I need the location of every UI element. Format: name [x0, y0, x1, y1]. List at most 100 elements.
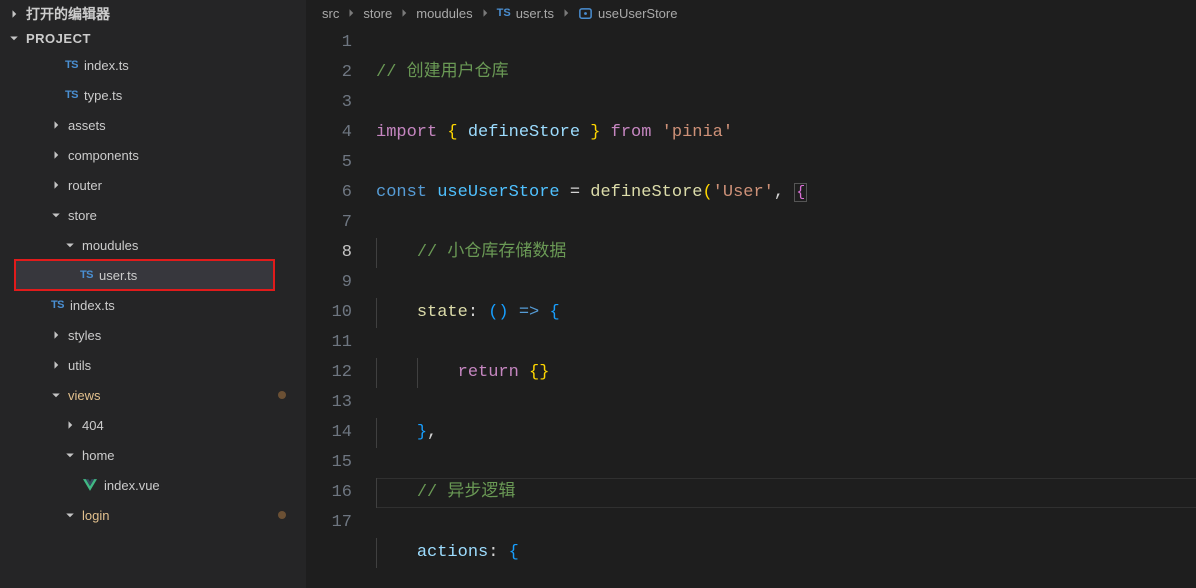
modified-dot-icon — [278, 391, 286, 399]
ts-icon: TS — [497, 7, 511, 19]
tree-file-user-ts[interactable]: TS user.ts — [15, 260, 274, 290]
line-number: 3 — [306, 88, 352, 118]
token-variable: useUserStore — [437, 183, 559, 202]
chevron-down-icon — [48, 387, 64, 403]
tree-folder-views[interactable]: views — [0, 380, 306, 410]
chevron-right-icon — [48, 177, 64, 193]
token-prop: actions — [417, 543, 488, 562]
token-paren: () — [488, 303, 508, 322]
line-number: 5 — [306, 148, 352, 178]
line-number: 10 — [306, 298, 352, 328]
crumb-moudules[interactable]: moudules — [416, 6, 472, 21]
token-paren: ( — [702, 183, 712, 202]
variable-icon — [578, 6, 593, 21]
token-keyword: import — [376, 123, 437, 142]
tree-item-label: assets — [68, 118, 106, 133]
tree-file-index-ts-1[interactable]: TS index.ts — [0, 50, 306, 80]
crumb-src[interactable]: src — [322, 6, 339, 21]
token-comment: // 创建用户仓库 — [376, 63, 509, 82]
token-op: = — [570, 183, 580, 202]
tree-folder-assets[interactable]: assets — [0, 110, 306, 140]
chevron-right-icon — [479, 7, 491, 19]
token-punct: , — [427, 423, 437, 442]
editor-area: src store moudules TS user.ts useUserSto… — [306, 0, 1196, 588]
token-arrow: => — [519, 303, 539, 322]
chevron-right-icon — [6, 6, 22, 22]
crumb-store[interactable]: store — [363, 6, 392, 21]
tree-folder-login[interactable]: login — [0, 500, 306, 530]
tree-folder-styles[interactable]: styles — [0, 320, 306, 350]
token-identifier: defineStore — [468, 123, 580, 142]
line-number: 12 — [306, 358, 352, 388]
token-brace: { — [549, 303, 559, 322]
token-keyword: return — [458, 363, 519, 382]
ts-icon: TS — [58, 89, 78, 101]
tree-item-label: home — [82, 448, 115, 463]
chevron-right-icon — [48, 357, 64, 373]
token-brace: { — [794, 183, 807, 202]
line-number: 6 — [306, 178, 352, 208]
tree-folder-components[interactable]: components — [0, 140, 306, 170]
tree-item-label: styles — [68, 328, 101, 343]
line-number: 1 — [306, 28, 352, 58]
tree-folder-utils[interactable]: utils — [0, 350, 306, 380]
tree-item-label: index.ts — [84, 58, 129, 73]
tree-folder-store[interactable]: store — [0, 200, 306, 230]
token-prop: state — [417, 303, 468, 322]
ts-icon: TS — [58, 59, 78, 71]
tree-item-label: user.ts — [99, 268, 137, 283]
tree-folder-moudules[interactable]: moudules — [0, 230, 306, 260]
token-brace: } — [590, 123, 600, 142]
chevron-right-icon — [62, 417, 78, 433]
tree-file-index-ts-2[interactable]: TS index.ts — [0, 290, 306, 320]
line-number: 14 — [306, 418, 352, 448]
crumb-user-ts[interactable]: user.ts — [516, 6, 554, 21]
project-label: PROJECT — [26, 31, 91, 46]
tree-folder-router[interactable]: router — [0, 170, 306, 200]
tree-item-label: views — [68, 388, 101, 403]
token-function: defineStore — [590, 183, 702, 202]
tree-item-label: utils — [68, 358, 91, 373]
tree-file-index-vue[interactable]: index.vue — [0, 470, 306, 500]
tree-item-label: login — [82, 508, 109, 523]
tree-item-label: moudules — [82, 238, 138, 253]
chevron-down-icon — [62, 507, 78, 523]
open-editors-label: 打开的编辑器 — [26, 4, 110, 24]
chevron-right-icon — [48, 117, 64, 133]
tree-file-type-ts[interactable]: TS type.ts — [0, 80, 306, 110]
token-brace: { — [509, 543, 519, 562]
line-number: 7 — [306, 208, 352, 238]
line-number: 15 — [306, 448, 352, 478]
vue-icon — [82, 477, 98, 493]
line-number: 4 — [306, 118, 352, 148]
tree-item-label: store — [68, 208, 97, 223]
tree-folder-404[interactable]: 404 — [0, 410, 306, 440]
token-keyword: const — [376, 183, 427, 202]
token-comment: // 异步逻辑 — [417, 483, 516, 502]
tree-item-label: type.ts — [84, 88, 122, 103]
code-content[interactable]: // 创建用户仓库 import { defineStore } from 'p… — [376, 26, 1196, 588]
code-editor[interactable]: 1 2 3 4 5 6 7 8 9 10 11 12 13 14 15 16 1… — [306, 26, 1196, 588]
crumb-symbol[interactable]: useUserStore — [598, 6, 677, 21]
tree-item-label: index.ts — [70, 298, 115, 313]
token-string: 'pinia' — [662, 123, 733, 142]
token-punct: : — [468, 303, 478, 322]
token-comment: // 小仓库存储数据 — [417, 243, 567, 262]
sidebar[interactable]: 打开的编辑器 PROJECT TS index.ts TS type.ts as… — [0, 0, 306, 588]
token-punct: , — [774, 183, 784, 202]
chevron-right-icon — [48, 147, 64, 163]
chevron-down-icon — [6, 30, 22, 46]
line-number: 11 — [306, 328, 352, 358]
tree-folder-home[interactable]: home — [0, 440, 306, 470]
ts-icon: TS — [44, 299, 64, 311]
line-number: 8 — [306, 238, 352, 268]
tree-item-label: 404 — [82, 418, 104, 433]
tree-item-label: components — [68, 148, 139, 163]
open-editors-header[interactable]: 打开的编辑器 — [0, 2, 306, 26]
breadcrumb[interactable]: src store moudules TS user.ts useUserSto… — [306, 0, 1196, 26]
chevron-down-icon — [62, 447, 78, 463]
project-header[interactable]: PROJECT — [0, 26, 306, 50]
tree-item-label: index.vue — [104, 478, 160, 493]
token-brace: {} — [529, 363, 549, 382]
line-gutter: 1 2 3 4 5 6 7 8 9 10 11 12 13 14 15 16 1… — [306, 26, 376, 588]
